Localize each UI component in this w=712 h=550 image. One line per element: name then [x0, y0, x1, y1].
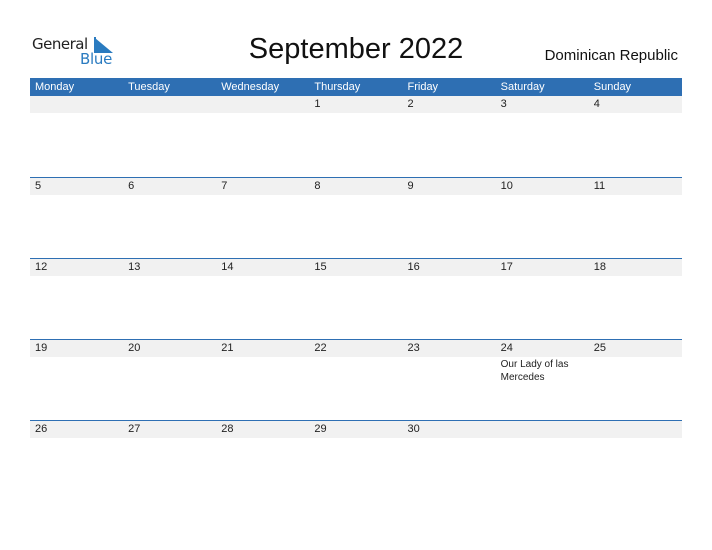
day-cell: 14 — [216, 259, 309, 276]
day-cell: 10 — [496, 178, 589, 195]
week-days: 19 20 21 22 23 24 Our Lady of las Mercedes 25 — [30, 340, 682, 384]
day-number: 14 — [221, 261, 234, 273]
day-cell: 1 — [309, 96, 402, 113]
weekday-friday: Friday — [407, 81, 439, 93]
day-number: 22 — [314, 342, 327, 354]
week-days: 5 6 7 8 9 10 11 — [30, 178, 682, 195]
holiday-event: Our Lady of las Mercedes — [500, 359, 569, 383]
weekday-header: Monday Tuesday Wednesday Thursday Friday… — [30, 78, 682, 96]
day-number: 21 — [221, 342, 234, 354]
day-number: 29 — [314, 423, 327, 435]
day-number: 6 — [128, 180, 135, 192]
day-number: 30 — [407, 423, 420, 435]
day-cell: 23 — [403, 340, 496, 384]
weekday-tuesday: Tuesday — [128, 81, 170, 93]
day-cell: 20 — [123, 340, 216, 384]
day-number: 2 — [407, 98, 414, 110]
day-cell: 30 — [403, 421, 496, 438]
day-cell: 25 — [589, 340, 682, 384]
day-number: 16 — [407, 261, 420, 273]
day-number: 27 — [128, 423, 141, 435]
day-cell: 21 — [216, 340, 309, 384]
day-number: 9 — [407, 180, 414, 192]
day-cell: 9 — [403, 178, 496, 195]
day-number: 20 — [128, 342, 141, 354]
day-cell: 18 — [589, 259, 682, 276]
week-row: 1 2 3 4 — [30, 96, 682, 177]
day-number: 17 — [500, 261, 513, 273]
day-cell: 6 — [123, 178, 216, 195]
day-cell: 26 — [30, 421, 123, 438]
day-cell — [496, 421, 589, 438]
week-days: 1 2 3 4 — [30, 96, 682, 113]
day-number: 28 — [221, 423, 234, 435]
day-number: 8 — [314, 180, 321, 192]
week-row: 12 13 14 15 16 17 18 — [30, 258, 682, 339]
day-cell: 3 — [496, 96, 589, 113]
country-label: Dominican Republic — [544, 47, 678, 64]
day-cell: 2 — [403, 96, 496, 113]
day-cell: 19 — [30, 340, 123, 384]
weekday-wednesday: Wednesday — [221, 81, 280, 93]
day-cell — [216, 96, 309, 113]
day-number — [128, 96, 216, 113]
day-number — [221, 96, 309, 113]
day-number: 11 — [593, 180, 606, 192]
day-number: 3 — [500, 98, 507, 110]
day-number: 5 — [35, 180, 42, 192]
day-cell: 7 — [216, 178, 309, 195]
day-number: 25 — [593, 342, 606, 354]
day-cell: 4 — [589, 96, 682, 113]
week-days: 12 13 14 15 16 17 18 — [30, 259, 682, 276]
day-number: 24 — [500, 342, 513, 354]
weekday-sunday: Sunday — [593, 81, 632, 93]
day-number: 4 — [593, 98, 600, 110]
day-number: 1 — [314, 98, 321, 110]
weeks-container: 1 2 3 4 5 6 7 8 9 10 11 12 13 14 15 16 17 18 19 20 21 22 23 24 O… — [30, 96, 682, 501]
day-number: 12 — [35, 261, 48, 273]
day-cell: 29 — [309, 421, 402, 438]
day-cell: 16 — [403, 259, 496, 276]
week-row: 5 6 7 8 9 10 11 — [30, 177, 682, 258]
day-cell: 15 — [309, 259, 402, 276]
day-cell: 5 — [30, 178, 123, 195]
day-cell: 13 — [123, 259, 216, 276]
day-number: 23 — [407, 342, 420, 354]
week-days: 26 27 28 29 30 — [30, 421, 682, 438]
day-cell — [30, 96, 123, 113]
day-cell — [589, 421, 682, 438]
week-row: 19 20 21 22 23 24 Our Lady of las Mercedes 25 — [30, 339, 682, 420]
day-cell: 17 — [496, 259, 589, 276]
day-number: 15 — [314, 261, 327, 273]
day-number: 7 — [221, 180, 228, 192]
day-number — [501, 421, 589, 438]
day-cell — [123, 96, 216, 113]
day-number: 13 — [128, 261, 141, 273]
day-number: 10 — [500, 180, 513, 192]
day-number: 18 — [593, 261, 606, 273]
day-number: 19 — [35, 342, 48, 354]
day-cell: 28 — [216, 421, 309, 438]
day-number — [35, 96, 123, 113]
calendar-grid: Monday Tuesday Wednesday Thursday Friday… — [30, 78, 682, 501]
day-cell: 22 — [309, 340, 402, 384]
day-cell: 11 — [589, 178, 682, 195]
day-number — [594, 421, 682, 438]
day-cell: 8 — [309, 178, 402, 195]
day-cell: 12 — [30, 259, 123, 276]
weekday-monday: Monday — [35, 81, 75, 93]
day-cell: 27 — [123, 421, 216, 438]
week-row: 26 27 28 29 30 — [30, 420, 682, 501]
weekday-saturday: Saturday — [500, 81, 545, 93]
weekday-thursday: Thursday — [314, 81, 361, 93]
day-number: 26 — [35, 423, 48, 435]
day-cell: 24 Our Lady of las Mercedes — [496, 340, 589, 384]
